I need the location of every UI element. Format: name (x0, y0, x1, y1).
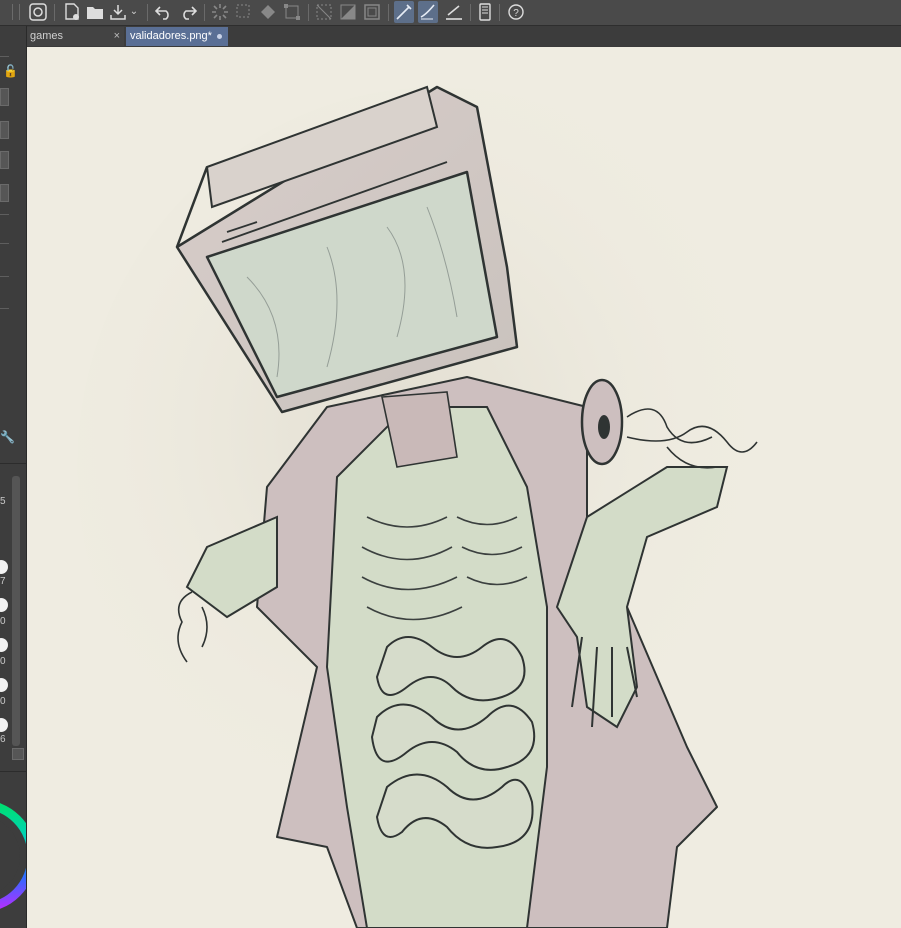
tablet-icon[interactable] (475, 2, 495, 22)
brush-size-dot[interactable] (0, 560, 8, 574)
document-tab-bar: games × validadores.png* (26, 26, 901, 46)
brush-size-dot[interactable] (0, 598, 8, 612)
brush-size-dot[interactable] (0, 638, 8, 652)
open-folder-icon[interactable] (85, 2, 105, 22)
dropdown-button[interactable] (12, 748, 24, 760)
svg-text:?: ? (513, 8, 519, 19)
color-wheel[interactable] (0, 786, 27, 916)
value-0: 5 (0, 496, 6, 507)
main-toolbar: ⌄ ? (0, 0, 901, 26)
lock-icon[interactable]: 🔓 (3, 64, 18, 78)
selection-icon[interactable] (234, 2, 254, 22)
save-export-icon[interactable] (108, 2, 128, 22)
unsaved-indicator-icon (217, 34, 222, 39)
tab-validadores-label: validadores.png* (130, 30, 212, 42)
panel-button[interactable] (0, 88, 9, 106)
tab-games[interactable]: games × (26, 27, 124, 46)
app-logo-icon[interactable] (28, 2, 48, 22)
artwork-illustration (77, 85, 797, 928)
ruler-pen-icon[interactable] (444, 2, 464, 22)
grid-icon[interactable] (314, 2, 334, 22)
undo-icon[interactable] (154, 2, 174, 22)
close-icon[interactable]: × (114, 27, 120, 46)
panel-button[interactable] (0, 121, 9, 139)
value-3: 0 (0, 656, 6, 667)
tab-validadores[interactable]: validadores.png* (126, 27, 228, 46)
redo-icon[interactable] (178, 2, 198, 22)
panel-button[interactable] (0, 184, 9, 202)
new-file-icon[interactable] (62, 2, 82, 22)
left-tool-panel: 🔓 🔧 5 7 0 0 0 6 (0, 26, 27, 928)
help-icon[interactable]: ? (506, 2, 526, 22)
value-4: 0 (0, 696, 6, 707)
panel-scrollbar[interactable] (12, 476, 20, 746)
brush-size-dot[interactable] (0, 678, 8, 692)
value-1: 7 (0, 576, 6, 587)
wrench-icon[interactable]: 🔧 (0, 430, 15, 444)
busy-spinner-icon[interactable] (210, 2, 230, 22)
chevron-down-icon[interactable]: ⌄ (128, 2, 140, 22)
toolbar-grip[interactable] (12, 4, 20, 20)
invert-icon[interactable] (338, 2, 358, 22)
frame-icon[interactable] (362, 2, 382, 22)
value-5: 6 (0, 734, 6, 745)
value-2: 0 (0, 616, 6, 627)
transform-icon[interactable] (282, 2, 302, 22)
curve-pen-icon[interactable] (418, 1, 438, 23)
fill-icon[interactable] (258, 2, 278, 22)
vector-pen-icon[interactable] (394, 1, 414, 23)
tab-games-label: games (30, 30, 64, 42)
drawing-canvas[interactable] (27, 47, 901, 928)
brush-size-dot[interactable] (0, 718, 8, 732)
panel-button[interactable] (0, 151, 9, 169)
